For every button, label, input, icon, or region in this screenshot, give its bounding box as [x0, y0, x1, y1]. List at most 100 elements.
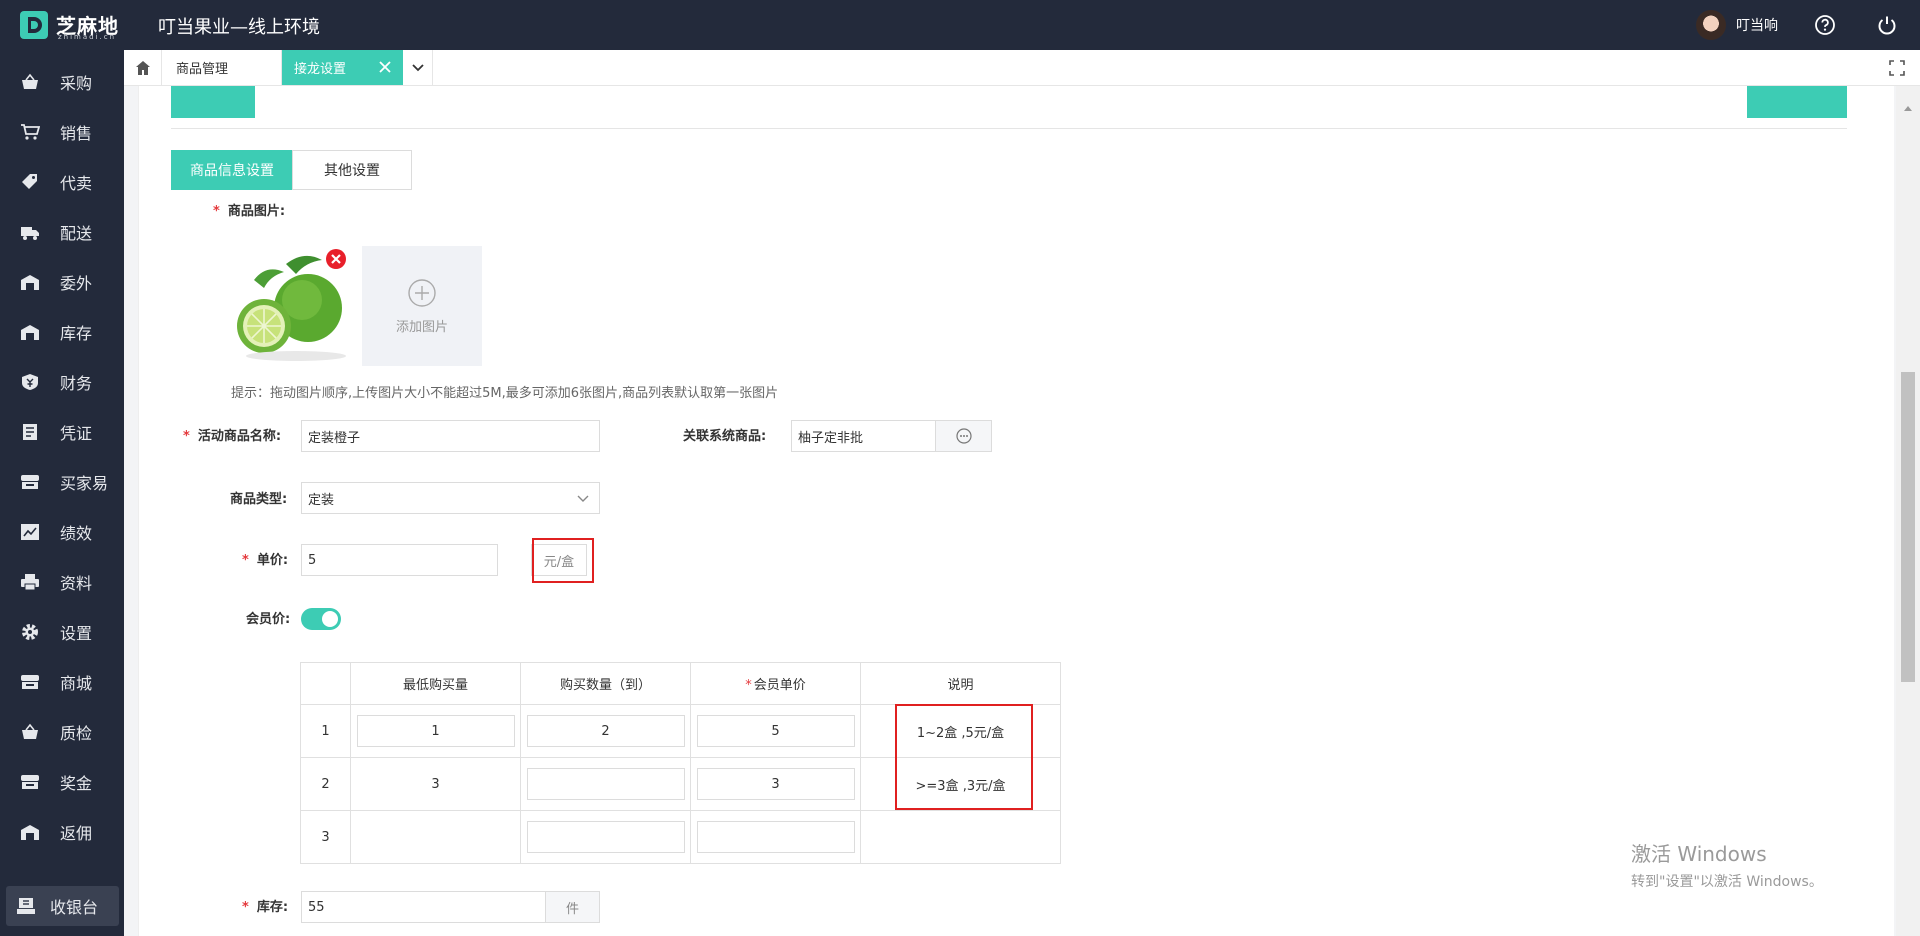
sidebar-item-label: 资料: [60, 574, 93, 593]
sidebar-item-label: 配送: [60, 224, 93, 243]
sidebar-item-consign[interactable]: 代卖: [0, 162, 124, 202]
sidebar-item-label: 商城: [60, 674, 93, 693]
stock-input[interactable]: 55: [301, 891, 546, 923]
to-qty-input[interactable]: [526, 821, 685, 853]
toggle-knob: [322, 611, 338, 627]
sidebar-item-buyer[interactable]: 买家易: [0, 462, 124, 502]
sidebar-item-bonus[interactable]: 奖金: [0, 762, 124, 802]
sidebar-item-sales[interactable]: 销售: [0, 112, 124, 152]
sidebar-item-voucher[interactable]: 凭证: [0, 412, 124, 452]
sidebar-item-label: 代卖: [60, 174, 93, 193]
avatar[interactable]: [1696, 10, 1726, 40]
required-mark: *: [745, 678, 752, 693]
power-icon[interactable]: [1876, 14, 1898, 36]
sidebar-item-label: 奖金: [60, 774, 93, 793]
sidebar-item-mall[interactable]: 商城: [0, 662, 124, 702]
basket-icon: [22, 723, 38, 739]
tab-label: 接龙设置: [294, 62, 347, 77]
stock-unit-addon: 件: [545, 891, 600, 923]
required-mark: *: [242, 900, 249, 915]
required-mark: *: [213, 204, 220, 219]
table-header-row: 最低购买量 购买数量（到） * 会员单价 说明: [300, 662, 1061, 705]
user-menu[interactable]: 叮当响: [1696, 10, 1778, 40]
sidebar-item-label: 买家易: [60, 474, 109, 493]
top-left-button[interactable]: [171, 86, 255, 118]
scroll-up-arrow-icon[interactable]: [1904, 106, 1912, 111]
price-label: * 单价:: [242, 549, 288, 568]
sidebar-item-finance[interactable]: 财务: [0, 362, 124, 402]
linked-product-input[interactable]: 柚子定非批: [791, 420, 936, 452]
product-type-value: 定装: [308, 492, 335, 508]
top-right-button[interactable]: [1747, 86, 1847, 118]
linked-product-label: 关联系统商品:: [683, 429, 767, 444]
voucher-icon: [23, 424, 37, 440]
user-name[interactable]: 叮当响: [1736, 15, 1778, 35]
sidebar-item-settings[interactable]: 设置: [0, 612, 124, 652]
description-cell: [860, 810, 1061, 864]
cashier-button[interactable]: 收银台: [6, 886, 119, 926]
tab-relay-settings[interactable]: 接龙设置: [282, 50, 403, 85]
type-label: 商品类型:: [230, 492, 288, 507]
add-image-button[interactable]: 添加图片: [362, 246, 482, 366]
header-to-qty: 购买数量（到）: [520, 662, 691, 705]
sidebar-item-label: 销售: [60, 124, 93, 143]
tab-dropdown-button[interactable]: [403, 50, 433, 85]
sidebar-item-delivery[interactable]: 配送: [0, 212, 124, 252]
product-name-input[interactable]: 定装橙子: [301, 420, 600, 452]
windows-activation-watermark: 激活 Windows 转到"设置"以激活 Windows。: [1631, 838, 1823, 891]
fullscreen-icon[interactable]: [1888, 59, 1906, 77]
header-description: 说明: [860, 662, 1061, 705]
gear-icon: [22, 624, 38, 640]
vertical-scrollbar[interactable]: [1896, 86, 1920, 936]
cashier-label: 收银台: [50, 898, 99, 917]
member-price-label: 会员价:: [246, 612, 291, 627]
min-qty-input[interactable]: 1: [356, 715, 515, 747]
scroll-thumb[interactable]: [1901, 372, 1915, 682]
subtab-other-settings[interactable]: 其他设置: [292, 150, 412, 190]
warehouse-icon: [21, 325, 39, 340]
to-qty-input[interactable]: [526, 768, 685, 800]
home-icon: [135, 60, 150, 75]
row-index: 1: [300, 704, 351, 758]
tab-product-management[interactable]: 商品管理: [162, 50, 282, 85]
delete-image-icon[interactable]: [325, 248, 347, 270]
sidebar-item-quality[interactable]: 质检: [0, 712, 124, 752]
required-mark: *: [183, 429, 190, 444]
image-label: * 商品图片:: [213, 200, 285, 219]
stock-label-text: 库存:: [256, 900, 289, 915]
sidebar-item-purchase[interactable]: 采购: [0, 62, 124, 102]
sidebar-item-label: 财务: [60, 374, 93, 393]
to-qty-input[interactable]: 2: [526, 715, 685, 747]
sidebar-item-label: 质检: [60, 724, 93, 743]
sidebar-item-outsource[interactable]: 委外: [0, 262, 124, 302]
warehouse-icon: [21, 825, 39, 840]
unit-price-input[interactable]: 5: [301, 544, 498, 576]
member-price-input[interactable]: 5: [696, 715, 855, 747]
row-index: 3: [300, 810, 351, 864]
watermark-line1: 激活 Windows: [1631, 842, 1767, 866]
sidebar-item-label: 返佣: [60, 824, 93, 843]
product-type-select[interactable]: 定装: [301, 482, 600, 514]
basket-icon: [22, 73, 38, 89]
linked-product-picker-button[interactable]: [935, 420, 992, 452]
sidebar-item-label: 设置: [60, 624, 93, 643]
min-qty-cell: 1: [350, 704, 521, 758]
close-icon[interactable]: [377, 59, 393, 75]
min-qty-cell: 3: [350, 757, 521, 811]
app-title: 叮当果业—线上环境: [158, 17, 320, 38]
truck-icon: [21, 227, 39, 240]
sidebar-item-inventory[interactable]: 库存: [0, 312, 124, 352]
home-button[interactable]: [124, 50, 162, 85]
sidebar-item-performance[interactable]: 绩效: [0, 512, 124, 552]
member-price-input[interactable]: [696, 821, 855, 853]
sidebar-item-data[interactable]: 资料: [0, 562, 124, 602]
help-icon[interactable]: [1814, 14, 1836, 36]
member-price-input[interactable]: 3: [696, 768, 855, 800]
store-icon: [21, 775, 39, 789]
sidebar-item-rebate[interactable]: 返佣: [0, 812, 124, 852]
subtab-product-info[interactable]: 商品信息设置: [171, 150, 293, 190]
settings-subtabs: 商品信息设置 其他设置: [171, 150, 412, 190]
member-price-toggle[interactable]: [301, 608, 341, 630]
warehouse-icon: [21, 275, 39, 290]
to-qty-cell: 2: [520, 704, 691, 758]
